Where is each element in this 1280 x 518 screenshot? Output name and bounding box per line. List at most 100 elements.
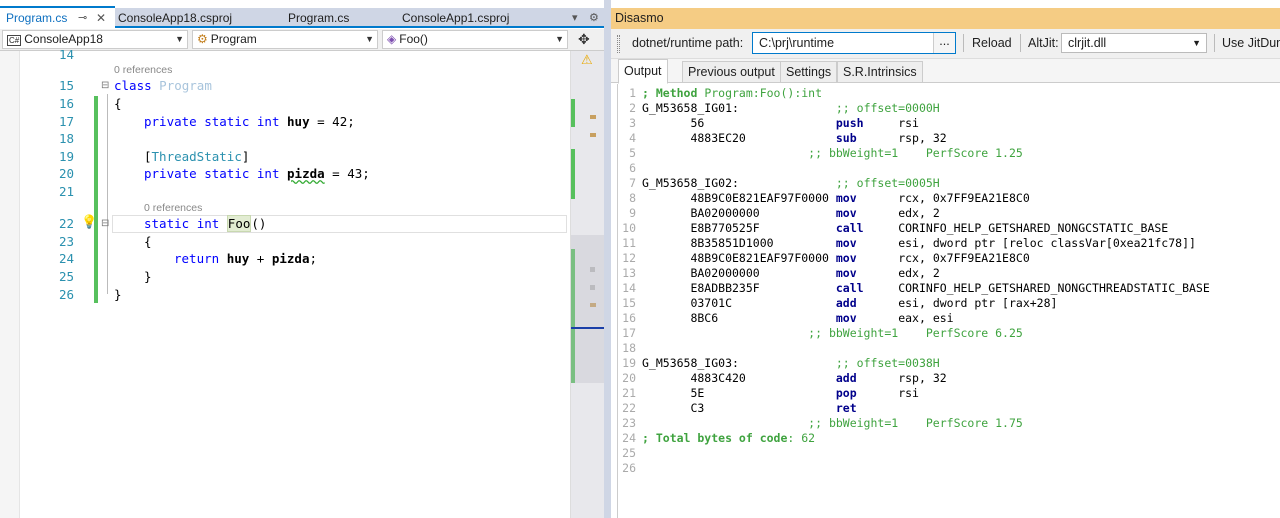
glyph-margin: [0, 51, 20, 518]
tab-label: Program.cs: [288, 11, 350, 25]
output-line-number: 4: [629, 131, 636, 145]
tab-consoleapp1-csproj[interactable]: ConsoleApp1.csproj: [396, 8, 536, 28]
code-line: }: [144, 269, 152, 284]
output-line-number: 5: [629, 146, 636, 160]
code-line: return huy + pizda;: [174, 251, 318, 266]
line-number: 25: [58, 269, 74, 284]
output-tabs: Output Previous output Settings S.R.Intr…: [611, 59, 1280, 84]
code-line: static int Foo(): [144, 215, 267, 232]
runtime-path-value: C:\prj\runtime: [759, 36, 835, 50]
chevron-down-icon: ▼: [365, 34, 374, 44]
output-line: 4883EC20 sub rsp, 32: [642, 131, 947, 145]
output-line: C3 ret: [642, 401, 857, 415]
method-icon: ◈: [387, 32, 397, 46]
lightbulb-icon[interactable]: 💡: [81, 215, 97, 230]
tab-sr-intrinsics[interactable]: S.R.Intrinsics: [837, 61, 923, 83]
output-line-number: 25: [622, 446, 636, 460]
output-line: 8BC6 mov eax, esi: [642, 311, 954, 325]
tab-consoleapp18-csproj[interactable]: ConsoleApp18.csproj: [112, 8, 280, 28]
collapse-icon[interactable]: ⊟: [101, 218, 109, 229]
chevron-down-icon: ▼: [1192, 38, 1201, 48]
disasmo-title: Disasmo: [611, 8, 1280, 29]
tab-dropdown-icon[interactable]: ▾: [572, 8, 578, 28]
line-number: 14: [58, 47, 74, 62]
change-marker: [571, 99, 575, 127]
output-line-number: 2: [629, 101, 636, 115]
output-line-number: 18: [622, 341, 636, 355]
output-line-number: 12: [622, 251, 636, 265]
line-number: 24: [58, 251, 74, 266]
line-number: 16: [58, 96, 74, 111]
line-number: 15: [58, 78, 74, 93]
document-tab-bar: Program.cs ⊸ ✕ ConsoleApp18.csproj Progr…: [0, 6, 604, 28]
output-line: 48B9C0E821EAF97F0000 mov rcx, 0x7FF9EA21…: [642, 191, 1030, 205]
code-editor-panel: Program.cs ⊸ ✕ ConsoleApp18.csproj Progr…: [0, 0, 605, 518]
disasmo-toolbar: dotnet/runtime path: C:\prj\runtime ... …: [611, 29, 1280, 59]
tab-previous-output[interactable]: Previous output: [682, 61, 781, 83]
code-area[interactable]: 14 15 16 17 18 19 20 21 22 23 24 25 26 ⊟…: [0, 47, 570, 518]
class-icon: ⚙: [197, 32, 208, 46]
line-number: 26: [58, 287, 74, 302]
csharp-project-icon: C#: [7, 35, 22, 46]
output-line: ;; bbWeight=1 PerfScore 1.75: [808, 416, 1023, 430]
output-line-number: 20: [622, 371, 636, 385]
line-number: 18: [58, 131, 74, 146]
toolbar-separator: [1214, 34, 1215, 52]
output-line-number: 24: [622, 431, 636, 445]
runtime-path-input[interactable]: C:\prj\runtime ...: [752, 32, 956, 54]
output-line-number: 11: [622, 236, 636, 250]
tab-program-cs[interactable]: Program.cs ⊸ ✕: [0, 6, 115, 28]
line-number: 21: [58, 184, 74, 199]
output-line: G_M53658_IG03: ;; offset=0038H: [642, 356, 940, 370]
panel-splitter[interactable]: [604, 0, 611, 518]
altjit-dropdown[interactable]: clrjit.dll ▼: [1061, 33, 1207, 53]
output-line: E8B770525F call CORINFO_HELP_GETSHARED_N…: [642, 221, 1169, 235]
codelens-references[interactable]: 0 references: [144, 202, 202, 214]
change-bar: [94, 96, 98, 303]
jitdump-checkbox-label[interactable]: Use JitDump: [1222, 36, 1280, 50]
line-number: 19: [58, 149, 74, 164]
reload-button[interactable]: Reload: [972, 36, 1012, 50]
tab-settings[interactable]: Settings: [780, 61, 838, 83]
vertical-scrollbar-map[interactable]: ⚠: [570, 51, 605, 518]
code-line: }: [114, 287, 122, 302]
split-icon[interactable]: ✥: [578, 31, 590, 48]
line-number: 23: [58, 234, 74, 249]
output-line: ; Total bytes of code: 62: [642, 431, 816, 445]
collapse-icon[interactable]: ⊟: [101, 80, 109, 91]
browse-button[interactable]: ...: [933, 33, 955, 53]
error-marker: [590, 133, 596, 137]
code-line: [ThreadStatic]: [144, 149, 250, 164]
close-icon[interactable]: ✕: [96, 8, 106, 28]
tab-output[interactable]: Output: [618, 59, 668, 84]
disassembly-output[interactable]: 1 ; Method Program:Foo():int 2 G_M53658_IG0…: [617, 84, 1280, 518]
output-line: ;; bbWeight=1 PerfScore 1.25: [808, 146, 1023, 160]
output-line-number: 13: [622, 266, 636, 280]
gear-icon[interactable]: ⚙: [589, 8, 599, 28]
change-marker: [571, 149, 575, 199]
project-dropdown[interactable]: C# ConsoleApp18 ▼: [2, 30, 188, 49]
member-name: Foo(): [399, 32, 428, 46]
grip-icon[interactable]: [617, 35, 620, 53]
output-line: ;; bbWeight=1 PerfScore 6.25: [808, 326, 1023, 340]
pin-icon[interactable]: ⊸: [78, 8, 87, 28]
output-line-number: 7: [629, 176, 636, 190]
line-number: 20: [58, 166, 74, 181]
code-line: {: [144, 234, 152, 249]
codelens-references[interactable]: 0 references: [114, 64, 172, 76]
output-line-number: 22: [622, 401, 636, 415]
output-line-number: 23: [622, 416, 636, 430]
output-line-number: 19: [622, 356, 636, 370]
class-dropdown[interactable]: ⚙ Program ▼: [192, 30, 378, 49]
tab-program-cs-2[interactable]: Program.cs: [282, 8, 392, 28]
output-line: G_M53658_IG02: ;; offset=0005H: [642, 176, 940, 190]
output-line: BA02000000 mov edx, 2: [642, 206, 940, 220]
scroll-thumb[interactable]: [571, 235, 605, 383]
code-line: {: [114, 96, 122, 111]
chevron-down-icon: ▼: [175, 34, 184, 44]
output-line-number: 1: [629, 86, 636, 100]
output-line: 5E pop rsi: [642, 386, 919, 400]
chevron-down-icon: ▼: [555, 34, 564, 44]
member-dropdown[interactable]: ◈ Foo() ▼: [382, 30, 568, 49]
output-line: 56 push rsi: [642, 116, 919, 130]
